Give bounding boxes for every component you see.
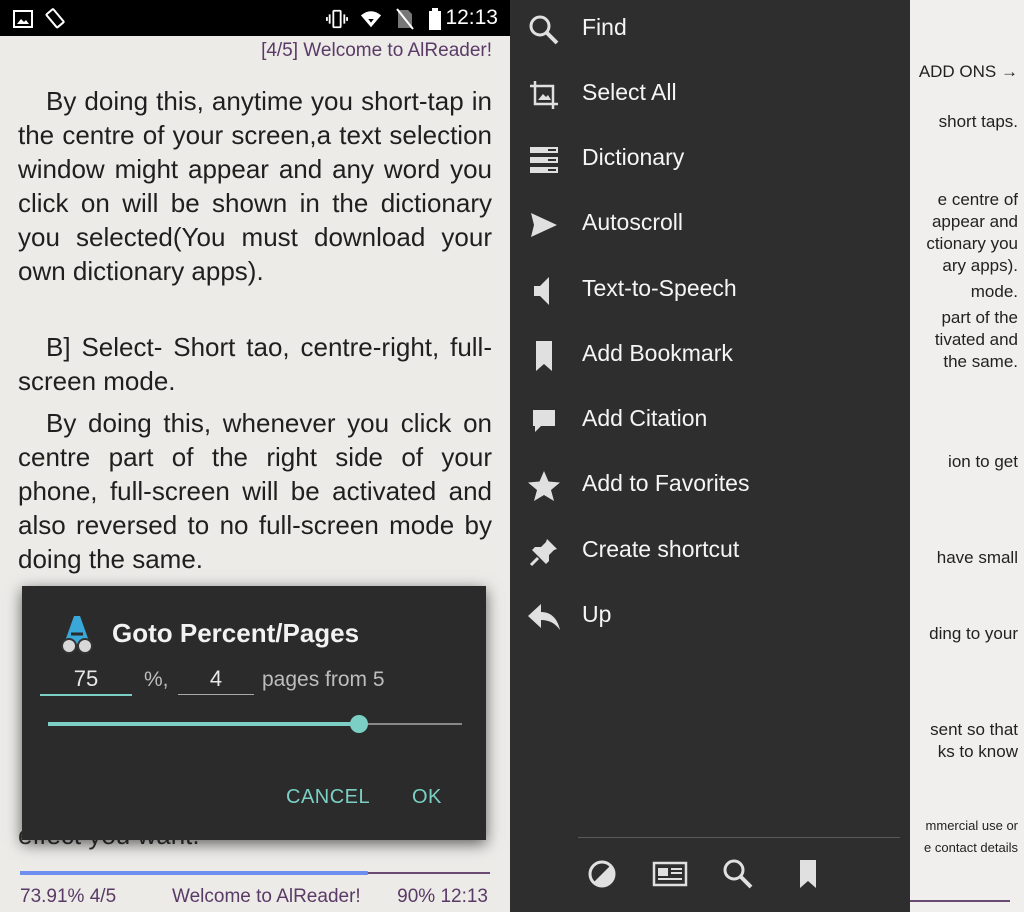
percent-input[interactable]: [40, 664, 132, 696]
slider-fill: [48, 722, 359, 726]
dialog-title: Goto Percent/Pages: [112, 618, 360, 648]
background-text-line: ADD ONS →: [918, 62, 1018, 81]
background-text-line: ks to know: [937, 742, 1018, 761]
background-text-line: ding to your: [929, 624, 1018, 643]
reader-panel: 12:13 [4/5] Welcome to AlReader! By doin…: [0, 0, 510, 912]
contrast-icon[interactable]: [584, 856, 620, 892]
background-text-line: mmercial use or: [925, 818, 1018, 833]
background-text-line: ary apps).: [942, 256, 1018, 275]
menu-item-add-citation[interactable]: Add Citation: [510, 391, 910, 451]
page-input[interactable]: [178, 664, 254, 695]
percent-suffix: %,: [144, 668, 169, 691]
footer-title: Welcome to AlReader!: [172, 886, 361, 907]
star-icon: [526, 468, 562, 504]
menu-item-create-shortcut[interactable]: Create shortcut: [510, 522, 910, 582]
menu-item-up[interactable]: Up: [510, 587, 910, 647]
image-icon: [12, 8, 34, 30]
search-icon: [526, 12, 562, 48]
clock: 12:13: [445, 6, 498, 29]
dictionary-icon: [526, 142, 562, 178]
comment-icon: [526, 403, 562, 439]
reader-header: [4/5] Welcome to AlReader!: [261, 40, 492, 61]
battery-icon: [424, 8, 446, 30]
menu-item-select-all[interactable]: Select All: [510, 65, 910, 125]
background-text-line: ctionary you: [926, 234, 1018, 253]
reader-footer: 73.91% 4/5 Welcome to AlReader! 90% 12:1…: [0, 882, 510, 912]
paragraph-3: By doing this, whenever you click on cen…: [18, 408, 492, 574]
menu-label: Find: [582, 14, 627, 40]
side-menu: Find Select All Dictionary Autoscroll Te…: [510, 0, 910, 912]
background-text-line: ion to get: [948, 452, 1018, 471]
send-arrow-icon: [526, 207, 562, 243]
menu-divider: [578, 837, 900, 838]
background-text-line: e contact details: [924, 840, 1018, 855]
menu-item-find[interactable]: Find: [510, 0, 910, 60]
menu-item-autoscroll[interactable]: Autoscroll: [510, 195, 910, 255]
menu-item-add-bookmark[interactable]: Add Bookmark: [510, 326, 910, 386]
menu-label: Select All: [582, 79, 677, 105]
no-sim-icon: [394, 8, 416, 30]
menu-label: Add Bookmark: [582, 340, 733, 366]
percent-slider[interactable]: [48, 714, 462, 734]
menu-item-dictionary[interactable]: Dictionary: [510, 130, 910, 190]
vibrate-icon: [326, 8, 348, 30]
screen-rotation-icon: [44, 8, 66, 30]
menu-screen: ADD ONS → short taps. e centre of appear an…: [510, 0, 1024, 912]
reading-progress-bar[interactable]: [20, 870, 490, 876]
reply-arrow-icon: [526, 599, 562, 635]
background-text-line: have small: [936, 548, 1018, 567]
background-text-line: sent so that: [930, 720, 1018, 739]
crop-select-icon: [526, 77, 562, 113]
pages-label: pages from 5: [262, 668, 385, 691]
menu-item-add-to-favorites[interactable]: Add to Favorites: [510, 456, 910, 516]
speaker-icon: [526, 273, 562, 309]
background-text-line: part of the: [941, 308, 1018, 327]
bookmark-icon[interactable]: [790, 856, 826, 892]
paragraph-1: By doing this, anytime you short-tap in …: [18, 86, 492, 286]
progress-fill: [20, 871, 368, 875]
bookmark-icon: [526, 338, 562, 374]
slider-thumb[interactable]: [349, 715, 368, 733]
cancel-button[interactable]: CANCEL: [286, 786, 370, 809]
background-text-line: tivated and: [934, 330, 1018, 349]
status-bar: 12:13: [0, 0, 510, 36]
newspaper-icon[interactable]: [652, 856, 688, 892]
ok-button[interactable]: OK: [412, 786, 442, 809]
goto-dialog: Goto Percent/Pages %, pages from 5 CANCE…: [22, 586, 486, 840]
footer-battery-time: 90% 12:13: [397, 886, 488, 907]
background-progress-line: [910, 900, 1010, 902]
reader-paragraph: By doing this, anytime you short-tap in …: [18, 84, 492, 288]
menu-label: Dictionary: [582, 144, 685, 170]
background-text-line: short taps.: [938, 112, 1018, 131]
background-text-line: mode.: [970, 282, 1018, 301]
menu-label: Add to Favorites: [582, 470, 750, 496]
alreader-logo-icon: [54, 612, 100, 658]
footer-progress: 73.91% 4/5: [20, 886, 117, 907]
paragraph-2: B] Select- Short tao, centre-right, full…: [18, 332, 492, 396]
background-text-line: appear and: [931, 212, 1018, 231]
background-text-line: the same.: [943, 352, 1018, 371]
reader-paragraph: B] Select- Short tao, centre-right, full…: [18, 330, 492, 398]
pin-icon: [526, 534, 562, 570]
menu-label: Create shortcut: [582, 536, 740, 562]
background-text-line: e centre of: [937, 190, 1018, 209]
menu-label: Text-to-Speech: [582, 275, 737, 301]
menu-item-text-to-speech[interactable]: Text-to-Speech: [510, 261, 910, 321]
menu-label: Autoscroll: [582, 209, 683, 235]
reader-paragraph: By doing this, whenever you click on cen…: [18, 406, 492, 576]
menu-label: Up: [582, 601, 612, 627]
menu-label: Add Citation: [582, 405, 708, 431]
wifi-icon: [360, 8, 382, 30]
search-icon[interactable]: [720, 856, 756, 892]
